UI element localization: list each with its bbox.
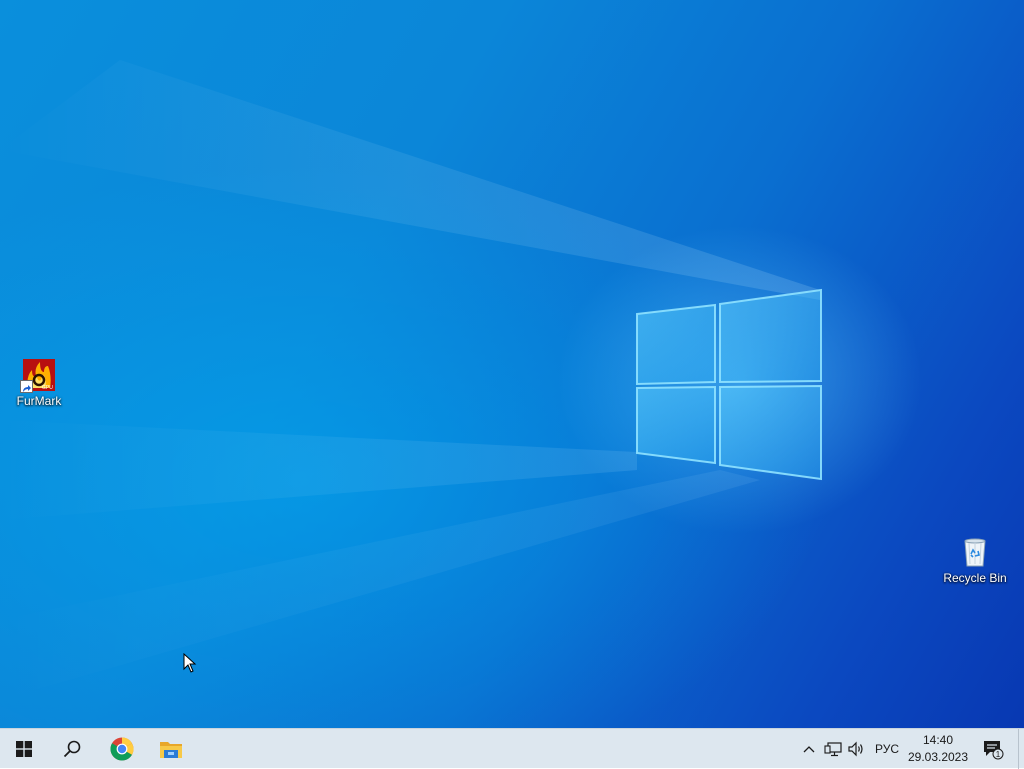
recycle-bin-icon [958,535,992,569]
logo-pane-top-right [719,288,822,384]
recycle-bin-label: Recycle Bin [943,571,1007,585]
furmark-icon: GPU [20,358,56,393]
clock[interactable]: 14:40 29.03.2023 [906,729,970,769]
svg-text:GPU: GPU [42,385,53,391]
volume-icon [848,741,863,757]
mouse-pointer-icon [183,652,197,678]
network-icon [824,742,842,757]
logo-pane-top-left [636,303,716,386]
chrome-icon [110,737,134,761]
volume-tray-button[interactable] [846,729,866,769]
show-desktop-button[interactable] [1018,729,1024,769]
furmark-desktop-icon[interactable]: GPU FurMark [1,358,77,408]
clock-date: 29.03.2023 [907,750,969,764]
file-explorer-icon [160,742,182,758]
notifications-icon: 1 [984,741,1004,760]
start-button[interactable] [0,729,48,769]
notification-count-badge: 1 [996,750,1001,759]
logo-pane-bottom-right [719,384,822,481]
taskbar: РУС 14:40 29.03.2023 1 [0,728,1024,769]
action-center-button[interactable]: 1 [978,729,1008,769]
clock-time: 14:40 [922,733,954,747]
recycle-bin-desktop-icon[interactable]: Recycle Bin [937,535,1013,585]
chrome-taskbar-button[interactable] [98,729,146,769]
shortcut-arrow-icon [20,380,33,393]
logo-pane-bottom-left [636,385,716,465]
furmark-label: FurMark [16,394,62,408]
show-hidden-icons-button[interactable] [800,729,818,769]
desktop-wallpaper[interactable]: GPU FurMark Recycle Bin [0,0,1024,728]
windows-wallpaper-art [0,60,822,700]
chevron-up-icon [803,746,815,753]
network-tray-button[interactable] [822,729,844,769]
input-language-indicator[interactable]: РУС [870,729,904,769]
search-icon [63,740,81,758]
search-button[interactable] [48,729,96,769]
file-explorer-taskbar-button[interactable] [147,729,195,769]
windows-logo-icon [16,741,32,757]
